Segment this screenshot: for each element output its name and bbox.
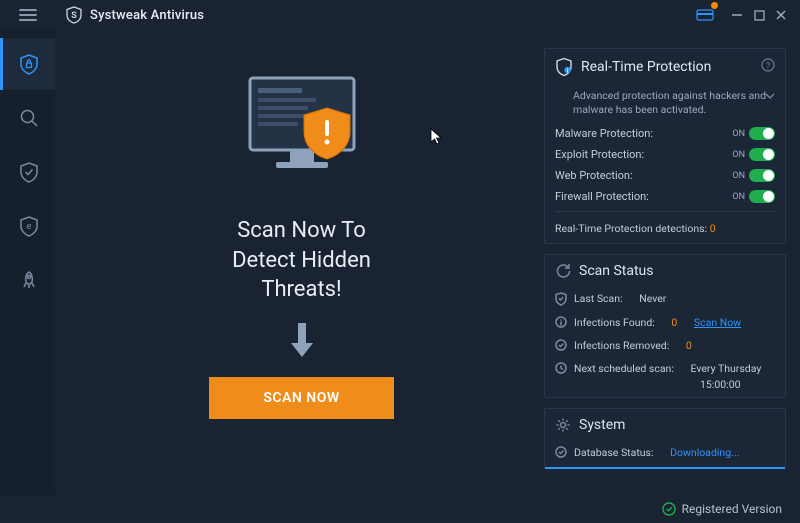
panel-scan-status: Scan Status Last Scan: Never Infections … [544,254,786,398]
gear-icon [555,417,571,433]
help-rtp-button[interactable]: ? [761,58,775,76]
svg-text:?: ? [766,62,770,72]
check-circle-icon [555,446,567,458]
minimize-button[interactable] [726,4,748,26]
divider [555,211,775,212]
toggle-exploit[interactable] [749,148,775,161]
info-icon [555,316,567,328]
toggle-label: Exploit Protection: [555,148,732,161]
shield-lock-icon [19,53,39,75]
status-db: Database Status: Downloading... [545,441,785,461]
headline-line-2: Detect Hidden [232,246,371,276]
cursor-icon [430,128,444,146]
download-progress-bar [545,467,785,469]
rocket-icon [19,269,39,291]
toggle-state: ON [732,129,745,139]
shield-check-small-icon [555,292,567,306]
sidebar-item-scan[interactable] [0,92,55,144]
toggle-state: ON [732,150,745,160]
monitor-illustration [232,70,372,194]
refresh-icon [555,263,571,279]
left-pane: Scan Now To Detect Hidden Threats! SCAN … [69,48,534,485]
status-infections-removed: Infections Removed: 0 [545,334,785,357]
status-next-scan-time: 15:00:00 [545,378,785,391]
rtp-detections: Real-Time Protection detections: 0 [545,216,785,243]
sidebar-item-quarantine[interactable]: e [0,200,55,252]
panel-title-system: System [579,417,625,433]
maximize-icon [754,10,765,21]
panel-realtime: i Real-Time Protection ? Advanced protec… [544,48,786,244]
toggle-label: Malware Protection: [555,127,732,140]
card-icon [696,8,714,22]
shield-alert-icon: i [555,57,573,77]
footer-registered: Registered Version [682,502,782,516]
shield-e-icon: e [19,215,39,237]
hamburger-icon [19,8,37,22]
titlebar: S Systweak Antivirus [0,0,800,30]
minimize-icon [731,9,743,21]
toggle-firewall[interactable] [749,190,775,203]
toggle-label: Web Protection: [555,169,732,182]
panel-title-scan-status: Scan Status [579,263,654,279]
clock-icon [555,362,567,374]
toggle-row-exploit: Exploit Protection: ON [545,144,785,165]
search-icon [19,108,39,128]
detections-count: 0 [710,222,716,235]
sidebar-item-boost[interactable] [0,254,55,306]
svg-text:S: S [71,11,77,21]
maximize-button[interactable] [748,4,770,26]
down-arrow-icon [287,321,317,363]
check-circle-icon [555,339,567,351]
toggle-label: Firewall Protection: [555,190,732,203]
toggle-state: ON [732,192,745,202]
db-status-value: Downloading... [670,446,739,459]
close-button[interactable] [770,4,792,26]
status-last-scan: Last Scan: Never [545,287,785,311]
content: Scan Now To Detect Hidden Threats! SCAN … [55,30,800,495]
shield-check-icon [19,161,39,183]
toggle-malware[interactable] [749,127,775,140]
scan-headline: Scan Now To Detect Hidden Threats! [232,216,371,305]
chevron-down-icon [765,89,775,103]
footer: Registered Version [0,495,800,523]
app-logo-icon: S [66,7,82,23]
toggle-web[interactable] [749,169,775,182]
svg-text:e: e [27,222,32,232]
panel-system: System Database Status: Downloading... [544,408,786,469]
premium-button[interactable] [694,4,716,26]
hamburger-menu-button[interactable] [0,0,55,30]
scan-now-button[interactable]: SCAN NOW [209,377,393,419]
sidebar: e [0,30,55,495]
status-next-scan: Next scheduled scan: Every Thursday [545,357,785,380]
status-infections-found: Infections Found: 0 Scan Now [545,311,785,334]
toggle-state: ON [732,171,745,181]
panel-subtitle-rtp[interactable]: Advanced protection against hackers and … [545,85,785,123]
sidebar-item-home[interactable] [0,38,55,90]
close-icon [775,9,787,21]
headline-line-1: Scan Now To [232,216,371,246]
toggle-row-firewall: Firewall Protection: ON [545,186,785,207]
check-circle-green-icon [662,502,676,516]
toggle-row-malware: Malware Protection: ON [545,123,785,144]
right-pane: i Real-Time Protection ? Advanced protec… [544,48,786,485]
panel-title-rtp: Real-Time Protection [581,59,711,75]
scan-now-link[interactable]: Scan Now [694,316,741,329]
toggle-row-web: Web Protection: ON [545,165,785,186]
headline-line-3: Threats! [232,275,371,305]
app-title: Systweak Antivirus [90,8,204,23]
sidebar-item-protection[interactable] [0,146,55,198]
